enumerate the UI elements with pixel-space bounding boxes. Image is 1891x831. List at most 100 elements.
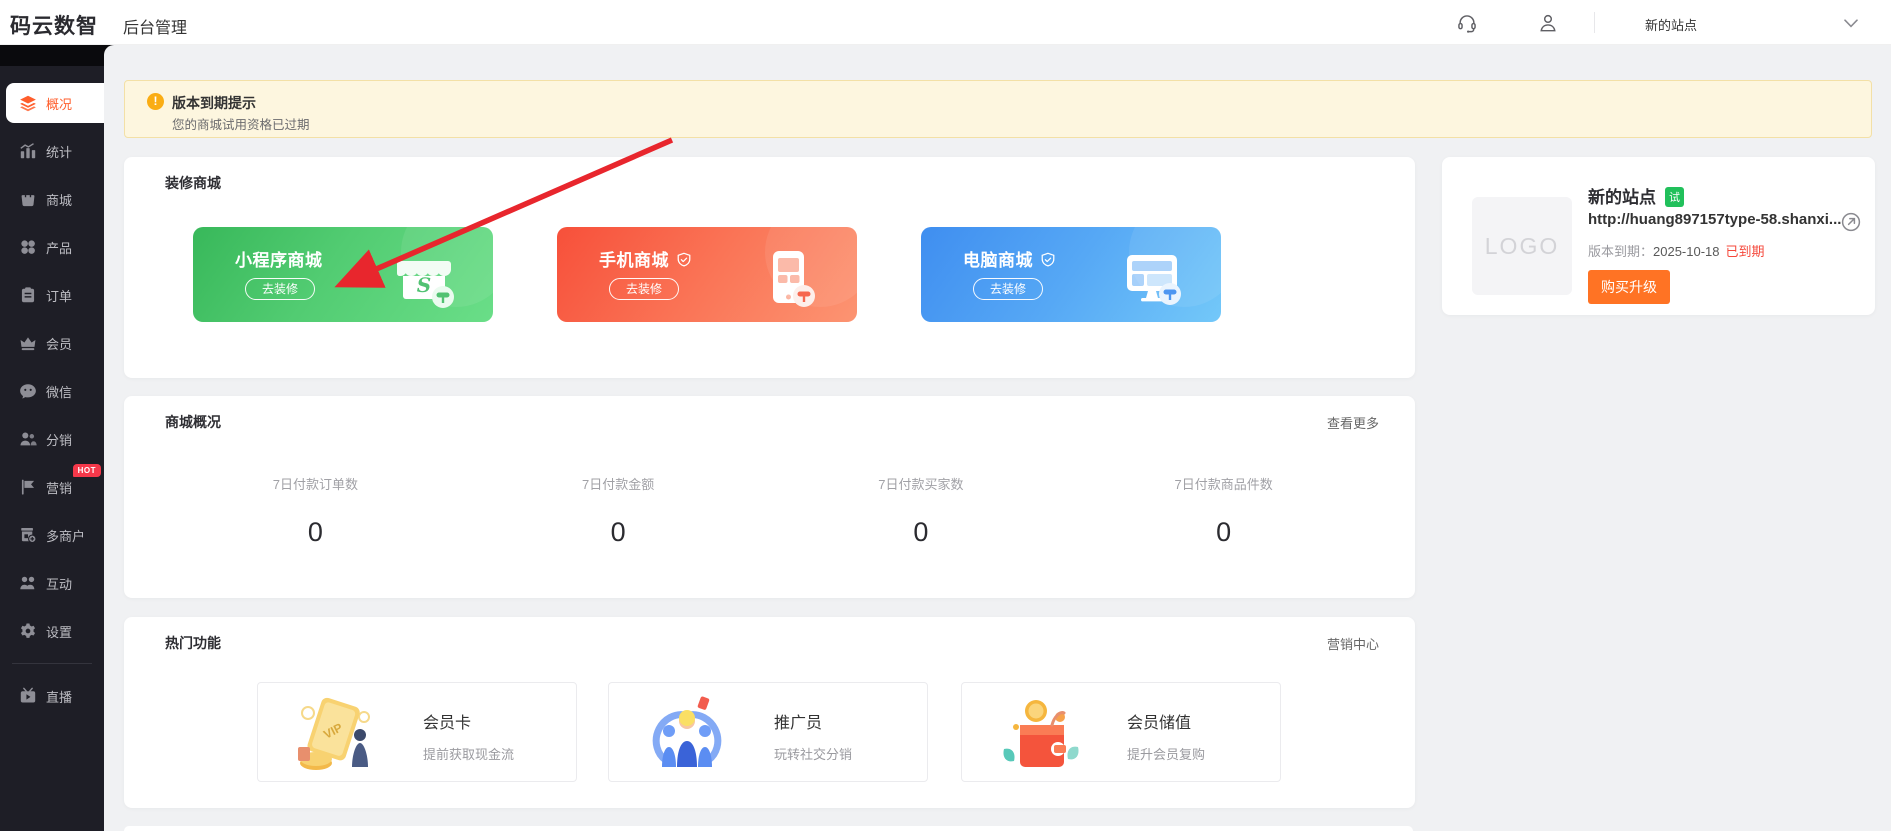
sidebar-item-label: 微信 xyxy=(46,382,72,401)
sidebar-item-products[interactable]: 产品 xyxy=(0,223,104,271)
mobile-mall-card[interactable]: 手机商城 去装修 xyxy=(557,227,857,322)
feature-subtitle: 提前获取现金流 xyxy=(423,744,514,763)
stat-label: 7日付款买家数 xyxy=(770,474,1073,493)
sidebar-item-label: 直播 xyxy=(46,687,72,706)
sidebar-item-label: 设置 xyxy=(46,622,72,641)
admin-dashboard: 码云数智 后台管理 新的站点 xyxy=(0,0,1891,831)
stats-grid: 7日付款订单数 0 7日付款金额 0 7日付款买家数 0 7日付款商品件数 0 xyxy=(164,474,1375,548)
decorate-button[interactable]: 去装修 xyxy=(245,278,315,300)
stat-paid-orders: 7日付款订单数 0 xyxy=(164,474,467,548)
crown-icon xyxy=(19,334,37,352)
stat-paid-items: 7日付款商品件数 0 xyxy=(1072,474,1375,548)
sidebar-item-label: 会员 xyxy=(46,334,72,353)
warning-icon: ! xyxy=(147,93,164,110)
version-expiry-banner: ! 版本到期提示 您的商城试用资格已过期 xyxy=(124,80,1872,138)
sidebar-item-members[interactable]: 会员 xyxy=(0,319,104,367)
member-card-feature[interactable]: VIP 会员卡 提前获取现金流 xyxy=(257,682,577,782)
sidebar-item-interaction[interactable]: 互动 xyxy=(0,559,104,607)
next-panel-edge xyxy=(124,826,1413,831)
stored-value-illustration xyxy=(990,691,1090,775)
promoter-illustration xyxy=(637,691,737,775)
sidebar-item-label: 商城 xyxy=(46,190,72,209)
stat-value: 0 xyxy=(1072,517,1375,548)
sidebar-item-settings[interactable]: 设置 xyxy=(0,607,104,655)
feature-title: 推广员 xyxy=(774,709,822,733)
marketing-center-link[interactable]: 营销中心 xyxy=(1327,634,1379,653)
external-link-icon[interactable] xyxy=(1841,212,1861,232)
view-more-link[interactable]: 查看更多 xyxy=(1327,413,1379,432)
chevron-down-icon[interactable] xyxy=(1844,19,1858,28)
brand-logo: 码云数智 xyxy=(10,10,98,40)
promoter-feature[interactable]: 推广员 玩转社交分销 xyxy=(608,682,928,782)
decorate-button[interactable]: 去装修 xyxy=(973,278,1043,300)
mall-overview-panel: 商城概况 查看更多 7日付款订单数 0 7日付款金额 0 7日付款买家数 0 7… xyxy=(124,396,1415,598)
section-title: 热门功能 xyxy=(165,633,221,653)
mini-program-store-icon: S xyxy=(391,247,457,313)
sidebar-item-label: 营销 xyxy=(46,478,72,497)
sidebar-item-live[interactable]: 直播 xyxy=(0,672,104,720)
sidebar-item-label: 多商户 xyxy=(46,526,85,545)
hot-features-panel: 热门功能 营销中心 VIP 会 xyxy=(124,617,1415,808)
stat-paid-amount: 7日付款金额 0 xyxy=(467,474,770,548)
feature-title: 会员卡 xyxy=(423,709,471,733)
alert-message: 您的商城试用资格已过期 xyxy=(172,114,310,133)
layers-icon xyxy=(19,94,37,112)
sidebar-item-marketing[interactable]: 营销 HOT xyxy=(0,463,104,511)
clipboard-icon xyxy=(19,286,37,304)
sidebar: 概况 统计 xyxy=(0,66,104,831)
card-title: 手机商城 xyxy=(599,246,692,271)
card-title: 电脑商城 xyxy=(963,246,1056,271)
sidebar-item-label: 订单 xyxy=(46,286,72,305)
clover-grid-icon xyxy=(19,238,37,256)
sidebar-item-multi-merchant[interactable]: 多商户 xyxy=(0,511,104,559)
stat-paid-buyers: 7日付款买家数 0 xyxy=(770,474,1073,548)
site-logo-placeholder: LOGO xyxy=(1472,197,1572,295)
decorate-mall-panel: 装修商城 小程序商城 去装修 S 手机商城 去装修 xyxy=(124,157,1415,378)
live-tv-icon xyxy=(19,687,37,705)
shopping-bag-icon xyxy=(19,190,37,208)
buy-upgrade-button[interactable]: 购买升级 xyxy=(1588,270,1670,304)
feature-subtitle: 玩转社交分销 xyxy=(774,744,852,763)
expired-status: 已到期 xyxy=(1726,244,1765,259)
trial-badge: 试 xyxy=(1665,187,1684,207)
support-headset-icon[interactable] xyxy=(1456,12,1478,34)
stat-value: 0 xyxy=(467,517,770,548)
pc-mall-card[interactable]: 电脑商城 去装修 xyxy=(921,227,1221,322)
feature-title: 会员储值 xyxy=(1127,709,1191,733)
account-user-icon[interactable] xyxy=(1537,12,1559,34)
mobile-phone-icon xyxy=(755,247,821,313)
wechat-icon xyxy=(19,382,37,400)
sidebar-item-distribution[interactable]: 分销 xyxy=(0,415,104,463)
two-people-icon xyxy=(19,574,37,592)
svg-text:S: S xyxy=(417,273,431,297)
people-icon xyxy=(19,430,37,448)
decorate-button[interactable]: 去装修 xyxy=(609,278,679,300)
sidebar-item-wechat[interactable]: 微信 xyxy=(0,367,104,415)
sidebar-item-orders[interactable]: 订单 xyxy=(0,271,104,319)
site-url[interactable]: http://huang897157type-58.shanxi... xyxy=(1588,211,1853,228)
sidebar-item-mall[interactable]: 商城 xyxy=(0,175,104,223)
feature-subtitle: 提升会员复购 xyxy=(1127,744,1205,763)
page-title: 后台管理 xyxy=(123,14,187,38)
stored-value-feature[interactable]: 会员储值 提升会员复购 xyxy=(961,682,1281,782)
section-title: 装修商城 xyxy=(165,173,221,193)
flag-icon xyxy=(19,478,37,496)
sidebar-divider xyxy=(12,663,92,664)
member-card-illustration: VIP xyxy=(286,691,386,775)
site-selector[interactable]: 新的站点 xyxy=(1645,15,1697,34)
shield-check-icon xyxy=(676,252,692,268)
stat-value: 0 xyxy=(770,517,1073,548)
stat-label: 7日付款订单数 xyxy=(164,474,467,493)
sidebar-item-statistics[interactable]: 统计 xyxy=(0,127,104,175)
mini-program-mall-card[interactable]: 小程序商城 去装修 S xyxy=(193,227,493,322)
sidebar-item-label: 概况 xyxy=(46,94,72,113)
stat-value: 0 xyxy=(164,517,467,548)
sidebar-item-overview[interactable]: 概况 xyxy=(6,83,104,123)
site-info-panel: LOGO 新的站点试 http://huang897157type-58.sha… xyxy=(1442,157,1875,315)
hot-badge: HOT xyxy=(73,464,101,477)
version-expiry-row: 版本到期：2025-10-18已到期 xyxy=(1588,241,1765,260)
shield-check-icon xyxy=(1040,252,1056,268)
card-title: 小程序商城 xyxy=(235,246,323,271)
sidebar-item-label: 分销 xyxy=(46,430,72,449)
sidebar-item-label: 产品 xyxy=(46,238,72,257)
